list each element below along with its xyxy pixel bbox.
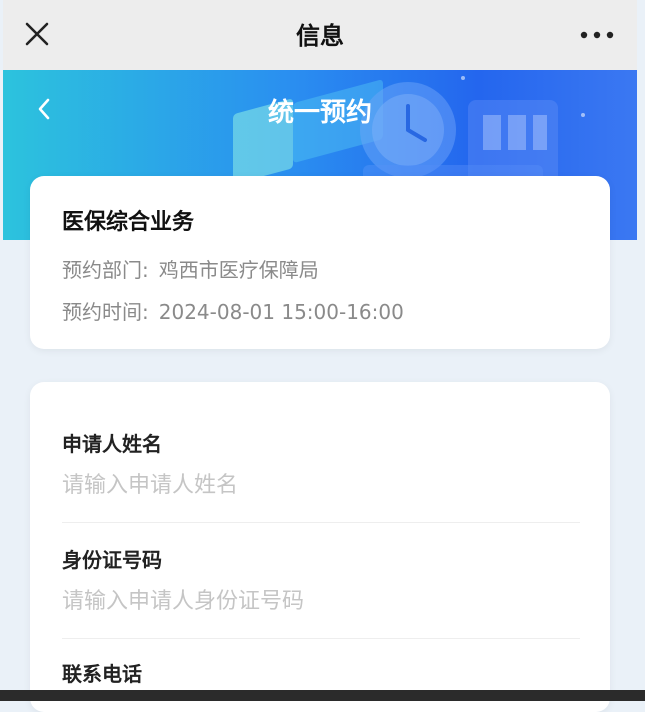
id-number-label: 身份证号码 bbox=[62, 548, 162, 572]
appointment-info-card: 医保综合业务 预约部门: 鸡西市医疗保障局 预约时间: 2024-08-01 15:… bbox=[30, 176, 610, 349]
department-value: 鸡西市医疗保障局 bbox=[158, 258, 319, 282]
phone-field: 联系电话 bbox=[62, 658, 580, 687]
name-field: 申请人姓名 bbox=[62, 428, 580, 498]
time-row: 预约时间: 2024-08-01 15:00-16:00 bbox=[62, 296, 404, 325]
applicant-form-card: 申请人姓名 身份证号码 联系电话 bbox=[30, 382, 610, 712]
time-label: 预约时间: bbox=[62, 300, 149, 324]
more-dots-icon[interactable] bbox=[579, 30, 615, 40]
department-label: 预约部门: bbox=[62, 258, 149, 282]
id-number-input[interactable] bbox=[62, 589, 580, 614]
department-row: 预约部门: 鸡西市医疗保障局 bbox=[62, 254, 319, 283]
name-input[interactable] bbox=[62, 473, 580, 498]
banner-title: 统一预约 bbox=[267, 98, 372, 128]
divider bbox=[62, 522, 580, 523]
top-navigation-bar: 信息 bbox=[3, 0, 637, 70]
phone-label: 联系电话 bbox=[62, 662, 142, 686]
window-title: 信息 bbox=[296, 22, 344, 50]
service-name: 医保综合业务 bbox=[62, 210, 195, 235]
divider bbox=[62, 638, 580, 639]
name-label: 申请人姓名 bbox=[62, 432, 162, 456]
id-field: 身份证号码 bbox=[62, 544, 580, 614]
bottom-edge-bar bbox=[0, 690, 645, 701]
time-value: 2024-08-01 15:00-16:00 bbox=[158, 300, 404, 324]
